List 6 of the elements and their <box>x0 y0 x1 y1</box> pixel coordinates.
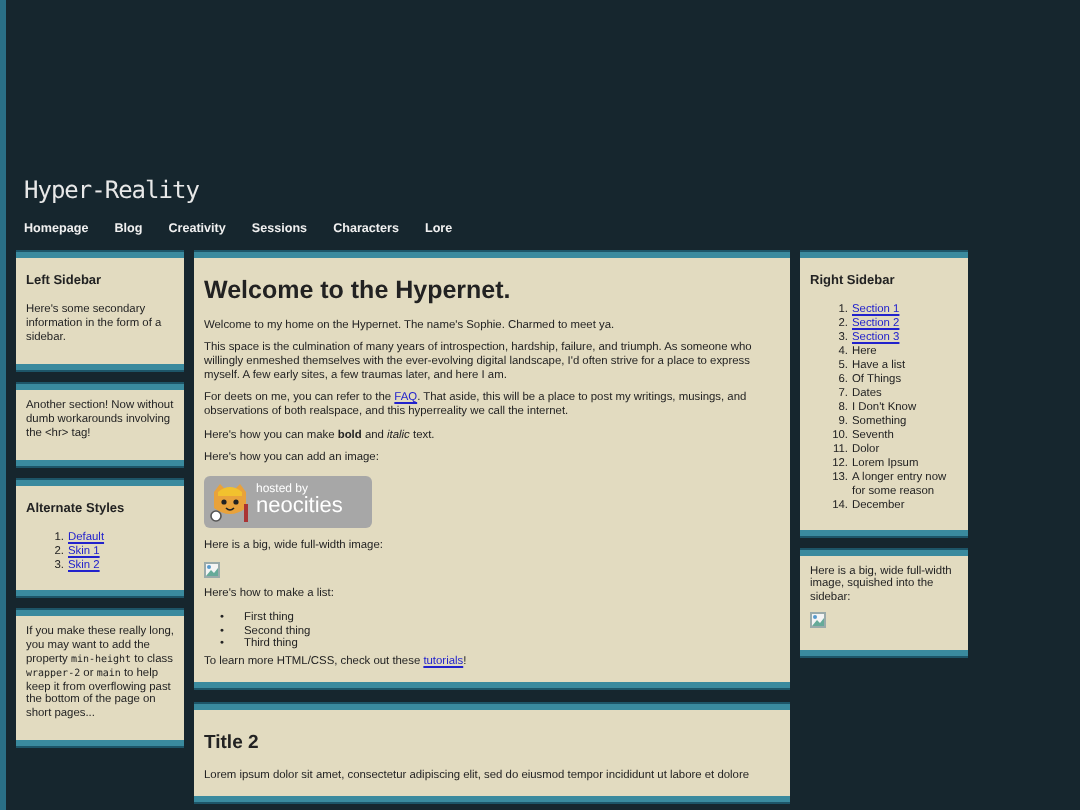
site-title: Hyper-Reality <box>24 176 199 206</box>
section-heading: Title 2 <box>204 732 259 756</box>
cat-mascot-icon <box>208 479 252 524</box>
page-heading: Welcome to the Hypernet. <box>204 276 511 308</box>
broken-image-icon <box>810 612 826 629</box>
broken-image-icon <box>204 562 220 579</box>
